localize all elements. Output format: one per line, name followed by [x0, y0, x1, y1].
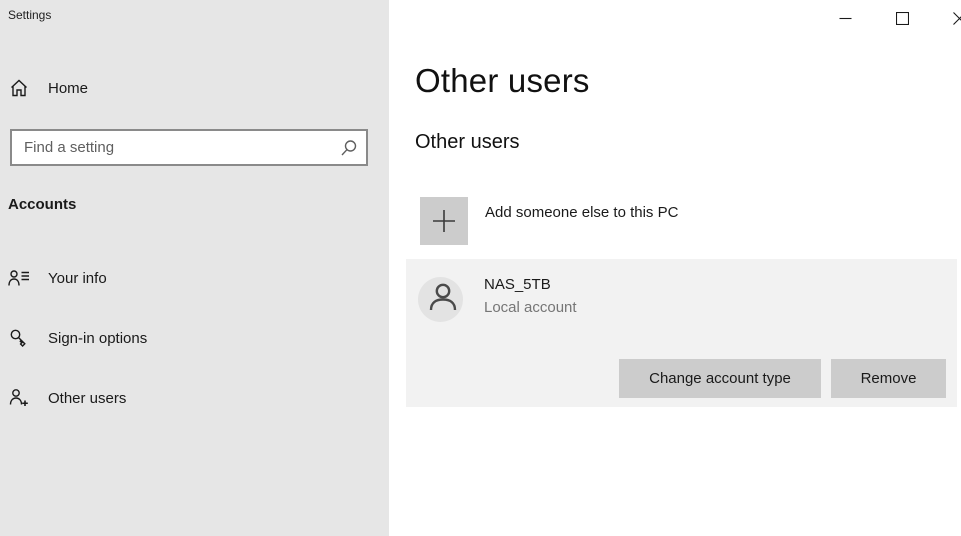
maximize-button[interactable]	[874, 0, 931, 36]
sidebar-item-your-info[interactable]: Your info	[0, 256, 389, 300]
search-input[interactable]	[12, 131, 366, 164]
remove-button[interactable]: Remove	[831, 359, 946, 398]
user-card[interactable]: NAS_5TB Local account Change account typ…	[406, 259, 957, 407]
main-panel: Other users Other users Add someone else…	[389, 0, 961, 536]
other-users-icon	[8, 387, 30, 409]
sidebar-item-label: Your info	[48, 270, 107, 287]
add-user-button[interactable]: Add someone else to this PC	[389, 197, 961, 245]
sidebar-item-other-users[interactable]: Other users	[0, 376, 389, 420]
window-controls	[817, 0, 961, 36]
settings-window: { "window": { "title": "Settings", "cont…	[0, 0, 961, 536]
sidebar-item-sign-in-options[interactable]: Sign-in options	[0, 316, 389, 360]
sidebar-item-label: Sign-in options	[48, 330, 147, 347]
user-account-type: Local account	[484, 299, 577, 316]
search-box	[10, 129, 368, 166]
person-icon	[418, 277, 463, 322]
window-title: Settings	[8, 8, 51, 22]
sidebar-item-label: Home	[48, 80, 88, 97]
minimize-button[interactable]	[817, 0, 874, 36]
plus-icon	[420, 197, 468, 245]
page-title: Other users	[415, 62, 590, 100]
section-title: Other users	[415, 131, 519, 154]
sidebar-item-label: Other users	[48, 390, 126, 407]
sidebar: Settings Home Accounts Your info	[0, 0, 389, 536]
sign-in-options-icon	[8, 327, 30, 349]
your-info-icon	[8, 267, 30, 289]
add-user-label: Add someone else to this PC	[485, 204, 678, 221]
change-account-type-button[interactable]: Change account type	[619, 359, 821, 398]
sidebar-section-header: Accounts	[8, 196, 76, 213]
home-icon	[8, 77, 30, 99]
user-name: NAS_5TB	[484, 276, 551, 293]
close-button[interactable]	[931, 0, 961, 36]
sidebar-item-home[interactable]: Home	[0, 66, 389, 110]
search-icon[interactable]	[340, 139, 358, 157]
avatar	[418, 277, 463, 322]
